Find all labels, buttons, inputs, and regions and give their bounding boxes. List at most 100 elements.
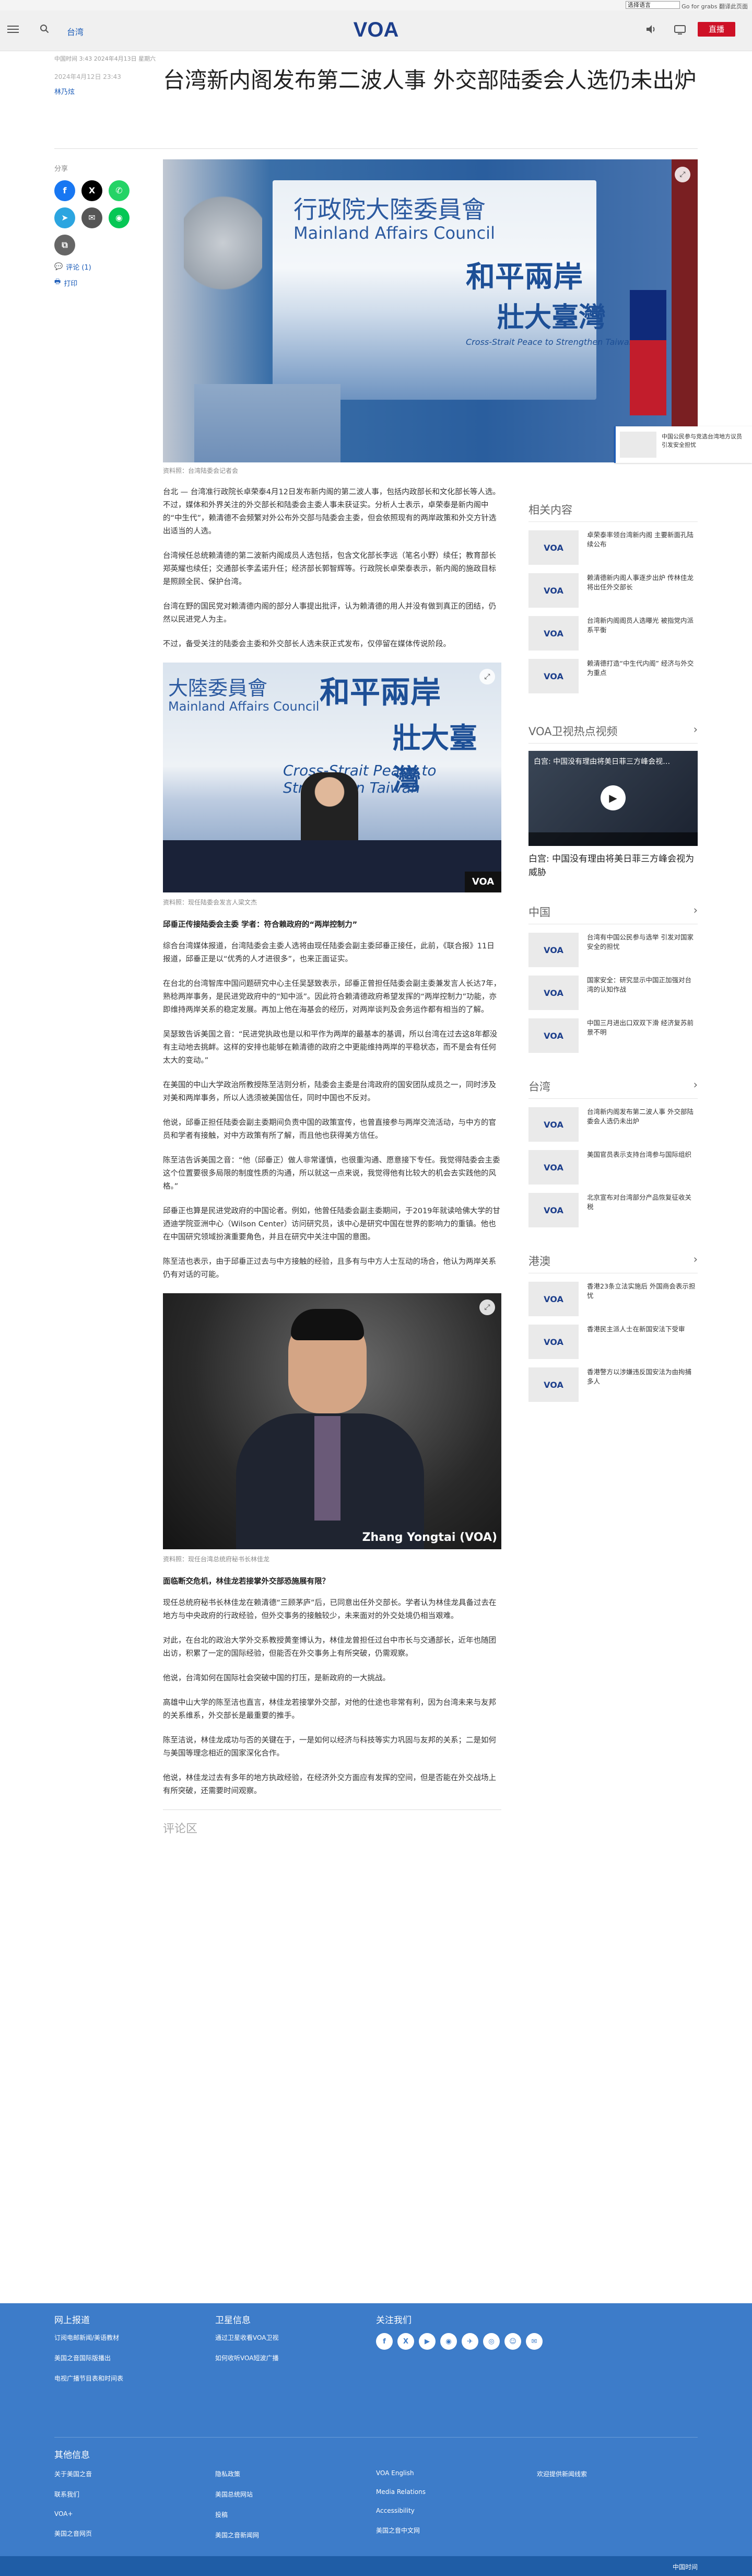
footer-link[interactable]: VOA+: [54, 2510, 92, 2517]
line-icon[interactable]: ◉: [109, 207, 130, 228]
related-item[interactable]: VOA 赖清德新内阁人事逐步出炉 传林佳龙将出任外交部长: [528, 573, 698, 608]
related-item[interactable]: VOA 卓荣泰率领台湾新内阁 主要新面孔陆续公布: [528, 530, 698, 565]
paragraph: 台湾候任总统赖清德的第二波新内阁成员人选包括，包含文化部长李远（笔名小野）续任；…: [163, 552, 496, 586]
x-icon[interactable]: X: [81, 180, 102, 201]
footer-bottom-bar: 中国时间: [0, 2556, 752, 2576]
hk-item-title: 香港23条立法实施后 外国商会表示担忧: [587, 1282, 696, 1299]
related-item[interactable]: VOA 台湾新内阁阁员人选曝光 被指党内派系平衡: [528, 616, 698, 651]
footer-link[interactable]: 美国之音网页: [54, 2529, 92, 2538]
footer-heading: 关注我们: [376, 2315, 412, 2326]
email-icon[interactable]: ✉: [526, 2333, 543, 2350]
footer-divider: [54, 2437, 698, 2438]
paragraph: 台湾在野的国民党对赖清德内阁的部分人事提出批评，认为赖清德的用人并没有做到真正的…: [163, 602, 496, 624]
video-title[interactable]: 白宫: 中国没有理由将美日菲三方峰会视为威胁: [528, 852, 698, 879]
footer-link[interactable]: 美国之音国际版播出: [54, 2353, 123, 2362]
thumb-logo-icon: VOA: [528, 1107, 579, 1142]
hk-item[interactable]: VOA 香港23条立法实施后 外国商会表示担忧: [528, 1282, 698, 1316]
thumb-logo-icon: VOA: [528, 659, 579, 693]
expand-icon[interactable]: ⤢: [675, 167, 690, 182]
x-icon[interactable]: X: [397, 2333, 414, 2350]
hk-item[interactable]: VOA 香港民主派人士在新国安法下受审: [528, 1325, 698, 1359]
china-item[interactable]: VOA 国家安全：研究显示中国正加强对台湾的认知作战: [528, 976, 698, 1010]
site-footer: 网上报道 订阅电邮新闻/美语教材 美国之音国际版播出 电视广播节目表和时间表 卫…: [0, 2303, 752, 2576]
sidebar-video: VOA卫视热点视频 › 白宫: 中国没有理由将美日菲三方峰会视为威胁 ▶ 白宫: …: [528, 723, 698, 879]
share-label: 分享: [54, 165, 68, 173]
china-item[interactable]: VOA 中国三月进出口双双下滑 经济复苏前景不明: [528, 1018, 698, 1053]
print-link[interactable]: 🖶 打印: [54, 277, 159, 288]
paragraph: 吴瑟致告诉美国之音：“民进党执政也是以和平作为两岸的最基本的基调，所以台湾在过去…: [163, 1030, 498, 1065]
instagram-icon[interactable]: ◉: [440, 2333, 457, 2350]
pip-teaser[interactable]: 中国公民参与竞选台湾地方议员 引发安全担忧: [614, 426, 752, 463]
thumb-logo-icon: VOA: [528, 976, 579, 1010]
section-heading: 邱垂正传接陆委会主委 学者：符合赖政府的“两岸控制力”: [163, 921, 358, 929]
facebook-icon[interactable]: f: [376, 2333, 393, 2350]
footer-link[interactable]: 如何收听VOA短波广播: [215, 2353, 278, 2362]
tv-icon[interactable]: [674, 24, 686, 34]
app-icon[interactable]: ☺: [504, 2333, 521, 2350]
hk-item[interactable]: VOA 香港警方以涉嫌违反国安法为由拘捕多人: [528, 1367, 698, 1402]
inline1-council-en: Mainland Affairs Council: [168, 699, 320, 714]
taiwan-item[interactable]: VOA 台湾新内阁发布第二波人事 外交部陆委会人选仍未出炉: [528, 1107, 698, 1142]
audio-icon[interactable]: [645, 24, 657, 34]
china-section-title[interactable]: 中国 ›: [528, 904, 698, 924]
comment-link[interactable]: 💬 评论 (1): [54, 262, 159, 272]
related-title: 相关内容: [528, 502, 698, 522]
play-icon[interactable]: ▶: [601, 785, 626, 810]
podcast-icon[interactable]: ◎: [483, 2333, 500, 2350]
hk-section-title[interactable]: 港澳 ›: [528, 1253, 698, 1273]
whatsapp-icon[interactable]: ✆: [109, 180, 130, 201]
copy-link-icon[interactable]: ⧉: [54, 235, 75, 256]
language-select[interactable]: 选择语言: [626, 1, 680, 9]
flag-shape: [630, 290, 666, 415]
footer-link[interactable]: 投稿: [215, 2510, 259, 2519]
thumb-logo-icon: VOA: [528, 616, 579, 651]
footer-link[interactable]: 美国之音中文网: [376, 2526, 426, 2535]
taiwan-item[interactable]: VOA 美国官员表示支持台湾参与国际组织: [528, 1150, 698, 1185]
video-section-title[interactable]: VOA卫视热点视频 ›: [528, 723, 698, 744]
footer-link[interactable]: 联系我们: [54, 2490, 92, 2499]
print-icon: 🖶: [54, 278, 61, 286]
taiwan-section-title[interactable]: 台湾 ›: [528, 1078, 698, 1099]
search-icon[interactable]: [40, 24, 49, 33]
china-item[interactable]: VOA 台湾有中国公民参与选举 引发对国家安全的担忧: [528, 933, 698, 967]
footer-link[interactable]: 美国之音新闻网: [215, 2531, 259, 2539]
hero-slogan-1: 和平兩岸: [466, 260, 583, 294]
author-link[interactable]: 林乃炫: [54, 86, 159, 96]
taiwan-item-title: 北京宣布对台湾部分产品恢复征收关税: [587, 1193, 692, 1211]
telegram-icon[interactable]: ➤: [54, 207, 75, 228]
footer-link[interactable]: 通过卫星收看VOA卫视: [215, 2333, 278, 2342]
footer-heading: 其他信息: [54, 2450, 90, 2461]
expand-icon[interactable]: ⤢: [479, 1299, 495, 1315]
footer-link[interactable]: 订阅电邮新闻/美语教材: [54, 2333, 123, 2342]
facebook-icon[interactable]: f: [54, 180, 75, 201]
taiwan-item[interactable]: VOA 北京宣布对台湾部分产品恢复征收关税: [528, 1193, 698, 1227]
email-icon[interactable]: ✉: [81, 207, 102, 228]
paragraph: 台北 — 台湾准行政院长卓荣泰4月12日发布新内阁的第二波人事，包括内政部长和文…: [163, 488, 500, 536]
footer-link[interactable]: Media Relations: [376, 2488, 426, 2496]
footer-link[interactable]: 美国总统网站: [215, 2490, 259, 2499]
video-player[interactable]: 白宫: 中国没有理由将美日菲三方峰会视为威胁 ▶: [528, 751, 698, 846]
related-item[interactable]: VOA 赖清德打造“中生代内阁” 经济与外交为重点: [528, 659, 698, 693]
footer-link[interactable]: 关于美国之音: [54, 2469, 92, 2478]
voa-logo[interactable]: VOA: [347, 16, 405, 42]
telegram-icon[interactable]: ✈: [462, 2333, 478, 2350]
inline-image-2: Zhang Yongtai (VOA) ⤢: [163, 1293, 501, 1549]
footer-heading: 网上报道: [54, 2315, 90, 2326]
menu-icon[interactable]: [7, 24, 19, 34]
live-button[interactable]: 直播: [698, 22, 735, 37]
footer-link[interactable]: Accessibility: [376, 2507, 426, 2514]
thumb-logo-icon: VOA: [528, 1282, 579, 1316]
paragraph: 他说，林佳龙过去有多年的地方执政经验，在经济外交方面应有发挥的空间，但是否能在外…: [163, 1774, 496, 1795]
video-controls[interactable]: [528, 832, 698, 846]
footer-link[interactable]: VOA English: [376, 2469, 426, 2477]
footer-link[interactable]: 隐私政策: [215, 2469, 259, 2478]
expand-icon[interactable]: ⤢: [479, 669, 495, 684]
inline2-caption: 资料照：现任台湾总统府秘书长林佳龙: [163, 1556, 270, 1563]
hk-item-title: 香港警方以涉嫌违反国安法为由拘捕多人: [587, 1368, 692, 1385]
footer-link[interactable]: 电视广播节目表和时间表: [54, 2374, 123, 2383]
section-link[interactable]: 台湾: [67, 25, 84, 38]
footer-link[interactable]: 欢迎提供新闻线索: [537, 2469, 587, 2478]
voa-watermark: VOA: [465, 872, 501, 892]
youtube-icon[interactable]: ▶: [419, 2333, 436, 2350]
hero-slogan-en: Cross-Strait Peace to Strengthen Taiwan: [466, 337, 634, 347]
